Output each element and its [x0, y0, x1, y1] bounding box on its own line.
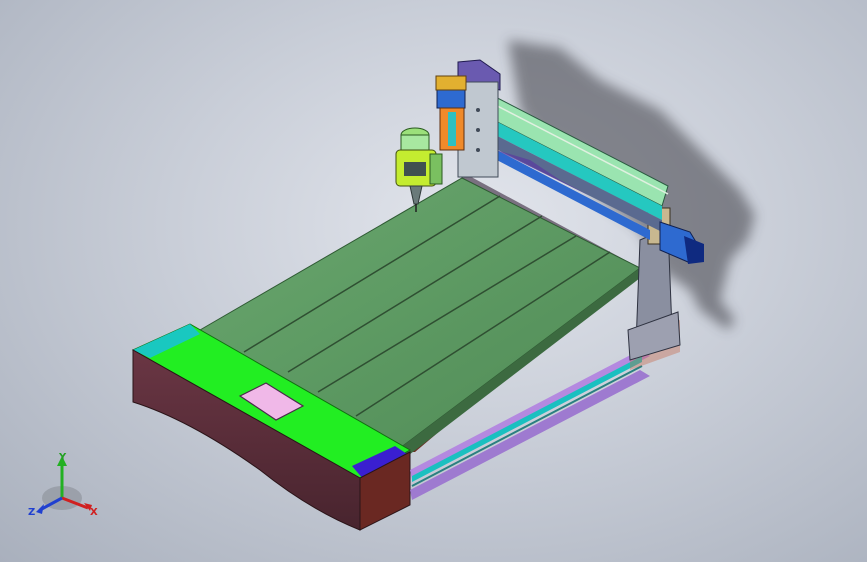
z-axis-label: Z [28, 507, 35, 518]
y-axis-label: Y [58, 452, 67, 463]
cnc-router-model[interactable]: Y X Z [0, 0, 867, 562]
axis-triad[interactable]: Y X Z [28, 452, 98, 518]
x-axis-label: X [90, 507, 98, 518]
z-axis-carriage [435, 75, 467, 151]
cad-viewport[interactable]: Y X Z [0, 0, 867, 562]
